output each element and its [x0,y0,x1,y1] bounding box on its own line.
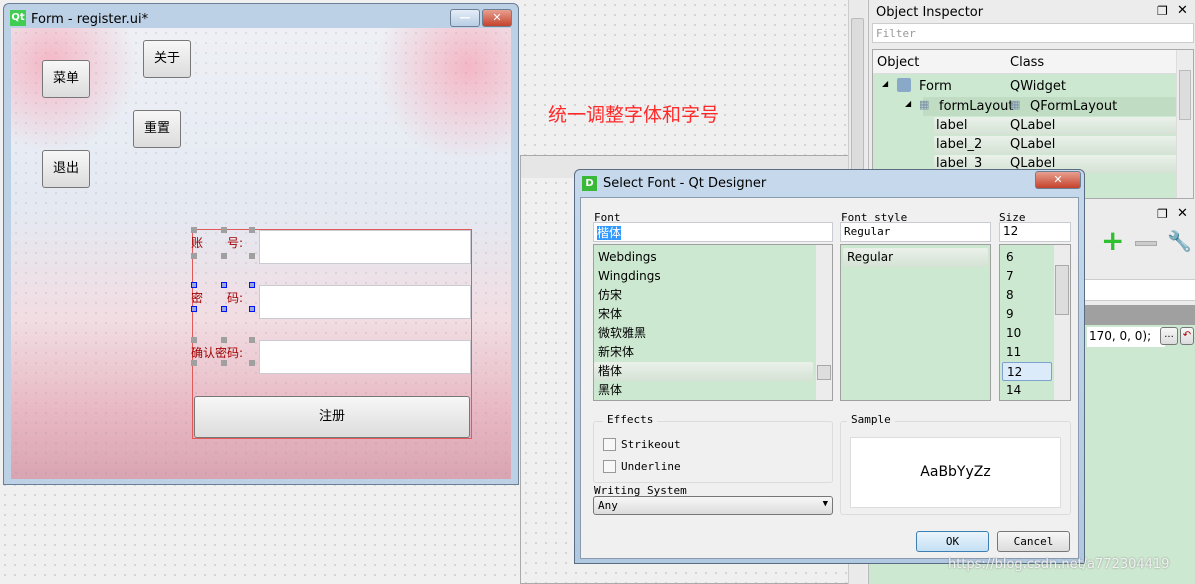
class-name: QWidget [1010,79,1067,94]
account-label[interactable]: 账 号: [191,234,243,251]
property-value[interactable]: 170, 0, 0); [1087,327,1165,347]
annotation-text: 统一调整字体和字号 [548,104,720,126]
dialog-title: Select Font - Qt Designer [603,176,767,191]
close-icon[interactable]: ✕ [1177,3,1188,18]
underline-checkbox[interactable] [603,460,616,473]
menu-button[interactable]: 菜单 [42,60,90,98]
size-list-item[interactable]: 10 [1002,324,1052,343]
close-icon[interactable]: ✕ [1177,206,1188,221]
size-list-item[interactable]: 6 [1002,248,1052,267]
password-input[interactable] [259,285,471,319]
object-inspector-title: Object Inspector [876,5,984,20]
effects-group [593,421,833,483]
sample-label: Sample [847,413,895,426]
cancel-button[interactable]: Cancel [997,531,1070,552]
writing-system-select[interactable]: Any ▼ [593,496,833,515]
font-list-scrollbar[interactable] [815,245,832,400]
confirm-password-input[interactable] [259,340,471,374]
select-font-dialog: D Select Font - Qt Designer ✕ Font Font … [574,169,1085,564]
font-list-item[interactable]: 楷体 [594,362,813,381]
size-list-item[interactable]: 14 [1002,381,1052,400]
exit-button[interactable]: 退出 [42,150,90,188]
close-button[interactable]: ✕ [482,9,512,27]
font-input[interactable]: 楷体 [593,222,833,242]
object-name: formLayout [939,99,1014,114]
reset-value-icon[interactable]: ↶ [1180,327,1194,345]
float-icon[interactable]: ❐ [1157,4,1168,18]
register-button[interactable]: 注册 [194,396,470,438]
font-list[interactable]: Webdings Wingdings 仿宋 宋体 微软雅黑 新宋体 楷体 黑体 [593,244,833,401]
font-list-item[interactable]: 微软雅黑 [594,324,813,343]
strikeout-label[interactable]: Strikeout [621,438,681,451]
size-list-item[interactable]: 12 [1002,362,1052,381]
font-style-input[interactable]: Regular [840,222,991,242]
widget-icon [897,78,911,92]
ok-button[interactable]: OK [916,531,989,552]
size-list-scrollbar[interactable] [1053,245,1070,400]
remove-property-icon[interactable] [1135,241,1157,246]
designer-app-icon: D [582,176,597,191]
tree-row-form[interactable]: ◢ Form QWidget [873,77,1178,96]
about-button[interactable]: 关于 [143,40,191,78]
dropdown-arrow-icon: ▼ [822,499,828,509]
object-name: Form [919,79,952,94]
font-list-item[interactable]: 宋体 [594,305,813,324]
account-input[interactable] [259,230,471,264]
underline-label[interactable]: Underline [621,460,681,473]
size-list[interactable]: 6 7 8 9 10 11 12 14 [999,244,1071,401]
column-header-class[interactable]: Class [1010,55,1044,70]
expand-arrow-icon[interactable]: ◢ [905,99,911,108]
sample-preview: AaBbYyZz [850,437,1061,508]
size-list-item[interactable]: 8 [1002,286,1052,305]
watermark: https://blog.csdn.net/a772304419 [948,557,1170,572]
column-header-object[interactable]: Object [877,55,919,70]
float-icon[interactable]: ❐ [1157,207,1168,221]
add-property-icon[interactable]: + [1101,227,1124,255]
writing-system-value: Any [598,499,618,512]
expand-arrow-icon[interactable]: ◢ [882,79,888,88]
size-list-item[interactable]: 9 [1002,305,1052,324]
font-input-value: 楷体 [597,226,622,240]
font-style-list[interactable]: Regular [840,244,991,401]
size-input[interactable]: 12 [999,222,1071,242]
font-list-item[interactable]: 新宋体 [594,343,813,362]
font-list-item[interactable]: 黑体 [594,381,813,400]
font-style-item[interactable]: Regular [843,248,988,267]
size-list-item[interactable]: 11 [1002,343,1052,362]
class-name: QFormLayout [1030,99,1118,114]
effects-label: Effects [603,413,658,426]
edit-value-button[interactable]: ... [1160,327,1178,345]
reset-button[interactable]: 重置 [133,110,181,148]
filter-input[interactable]: Filter [872,23,1194,43]
minimize-button[interactable]: — [450,9,480,27]
qt-logo-icon: Qt [10,10,26,26]
strikeout-checkbox[interactable] [603,438,616,451]
form-title: Form - register.ui* [31,12,149,27]
size-list-item[interactable]: 7 [1002,267,1052,286]
tree-row-label-2[interactable]: label_2 QLabel [934,136,1178,154]
tree-row-formlayout[interactable]: ◢ ▦ formLayout ▦ QFormLayout [905,97,1178,116]
font-list-item[interactable]: 仿宋 [594,286,813,305]
dialog-close-button[interactable]: ✕ [1035,171,1081,189]
wrench-icon[interactable]: 🔧 [1167,229,1192,253]
tree-scrollbar[interactable] [1176,50,1193,198]
layout-grid-icon: ▦ [1010,98,1021,111]
tree-row-label[interactable]: label QLabel [934,117,1178,135]
password-label[interactable]: 密 码: [191,289,243,306]
form-window: Qt Form - register.ui* — ✕ 菜单 关于 重置 退出 账… [3,3,519,485]
confirm-password-label[interactable]: 确认密码: [191,344,243,361]
font-list-item[interactable]: Webdings [594,248,813,267]
layout-grid-icon: ▦ [919,98,930,111]
font-list-item[interactable]: Wingdings [594,267,813,286]
